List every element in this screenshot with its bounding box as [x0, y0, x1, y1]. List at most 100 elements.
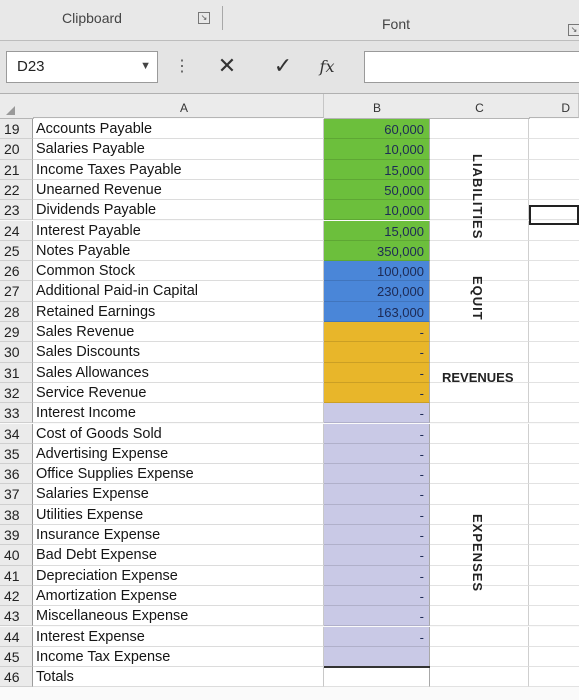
cell-amount[interactable]: 60,000 — [324, 119, 430, 140]
cell-amount[interactable]: - — [324, 606, 430, 627]
column-header-c[interactable]: C — [430, 94, 530, 119]
row-number[interactable]: 42 — [0, 585, 33, 607]
row-number[interactable]: 22 — [0, 179, 33, 201]
cell-d[interactable] — [529, 626, 579, 647]
column-header-a[interactable]: A — [33, 94, 324, 118]
row-number[interactable]: 41 — [0, 565, 33, 586]
cell-account-name[interactable]: Miscellaneous Expense — [33, 606, 324, 627]
cell-account-name[interactable]: Sales Allowances — [33, 362, 324, 383]
cell-c[interactable] — [430, 119, 529, 140]
chevron-down-icon[interactable]: ▼ — [140, 60, 151, 72]
cell-d[interactable] — [529, 301, 579, 322]
cell-account-name[interactable]: Insurance Expense — [33, 525, 324, 546]
formula-input[interactable] — [364, 51, 579, 83]
cell-account-name[interactable]: Additional Paid-in Capital — [33, 281, 324, 302]
row-number[interactable]: 34 — [0, 423, 33, 444]
cell-amount[interactable]: - — [324, 322, 430, 343]
cell-account-name[interactable]: Amortization Expense — [33, 585, 324, 607]
select-all-corner[interactable] — [0, 94, 34, 119]
row-number[interactable]: 36 — [0, 464, 33, 485]
cell-amount[interactable]: - — [324, 362, 430, 383]
cell-amount[interactable]: - — [324, 545, 430, 566]
cell-account-name[interactable]: Totals — [33, 667, 324, 688]
cell-d[interactable] — [529, 667, 579, 688]
cell-account-name[interactable]: Interest Expense — [33, 626, 324, 647]
cell-account-name[interactable]: Notes Payable — [33, 240, 324, 262]
row-number[interactable]: 19 — [0, 119, 33, 140]
cell-amount[interactable]: - — [324, 626, 430, 647]
cell-account-name[interactable]: Retained Earnings — [33, 301, 324, 322]
row-number[interactable]: 44 — [0, 626, 33, 647]
cell-d[interactable] — [529, 139, 579, 160]
cell-amount[interactable]: 15,000 — [324, 159, 430, 180]
cell-c[interactable] — [430, 240, 529, 262]
cell-amount[interactable]: 10,000 — [324, 200, 430, 221]
row-number[interactable]: 43 — [0, 606, 33, 627]
cell-d[interactable] — [529, 423, 579, 444]
cell-amount[interactable]: - — [324, 464, 430, 485]
cell-amount[interactable]: - — [324, 403, 430, 424]
cell-account-name[interactable]: Office Supplies Expense — [33, 464, 324, 485]
check-icon[interactable]: ✓ — [268, 51, 298, 81]
cell-d[interactable] — [529, 585, 579, 607]
cell-amount[interactable]: - — [324, 382, 430, 404]
cell-account-name[interactable]: Accounts Payable — [33, 119, 324, 140]
cell-amount[interactable]: - — [324, 443, 430, 465]
font-dialog-launcher-icon[interactable]: ↘ — [568, 24, 579, 36]
cell-amount[interactable] — [324, 646, 430, 668]
cell-account-name[interactable]: Depreciation Expense — [33, 565, 324, 586]
cell-amount[interactable]: 230,000 — [324, 281, 430, 302]
cell-account-name[interactable]: Sales Revenue — [33, 322, 324, 343]
cell-c[interactable] — [430, 423, 529, 444]
row-number[interactable]: 23 — [0, 200, 33, 221]
row-number[interactable]: 20 — [0, 139, 33, 160]
cell-c[interactable] — [430, 606, 529, 627]
row-number[interactable]: 26 — [0, 261, 33, 282]
cell-c[interactable] — [430, 667, 529, 688]
cell-d[interactable] — [529, 322, 579, 343]
cell-account-name[interactable]: Bad Debt Expense — [33, 545, 324, 566]
cell-account-name[interactable]: Common Stock — [33, 261, 324, 282]
row-number[interactable]: 40 — [0, 545, 33, 566]
cell-d[interactable] — [529, 525, 579, 546]
cell-c[interactable] — [430, 342, 529, 363]
row-number[interactable]: 29 — [0, 322, 33, 343]
row-number[interactable]: 28 — [0, 301, 33, 322]
cell-d[interactable] — [529, 565, 579, 586]
cell-c[interactable] — [430, 403, 529, 424]
row-number[interactable]: 33 — [0, 403, 33, 424]
active-cell-d23[interactable] — [529, 205, 579, 225]
cell-account-name[interactable]: Sales Discounts — [33, 342, 324, 363]
row-number[interactable]: 31 — [0, 362, 33, 383]
cell-c[interactable] — [430, 464, 529, 485]
clipboard-dialog-launcher-icon[interactable]: ↘ — [198, 12, 210, 24]
cell-amount[interactable]: - — [324, 504, 430, 525]
cell-d[interactable] — [529, 504, 579, 525]
cell-d[interactable] — [529, 240, 579, 262]
cell-d[interactable] — [529, 382, 579, 404]
cell-account-name[interactable]: Advertising Expense — [33, 443, 324, 465]
cell-d[interactable] — [529, 403, 579, 424]
cell-account-name[interactable]: Income Tax Expense — [33, 646, 324, 668]
cell-d[interactable] — [529, 443, 579, 465]
cell-d[interactable] — [529, 159, 579, 180]
cell-amount[interactable]: - — [324, 585, 430, 607]
cell-account-name[interactable]: Salaries Payable — [33, 139, 324, 160]
row-number[interactable]: 27 — [0, 281, 33, 302]
cell-d[interactable] — [529, 606, 579, 627]
cell-account-name[interactable]: Unearned Revenue — [33, 179, 324, 201]
fx-icon[interactable]: fx — [312, 51, 342, 81]
row-number[interactable]: 46 — [0, 667, 33, 688]
cell-amount[interactable]: 50,000 — [324, 179, 430, 201]
cell-d[interactable] — [529, 362, 579, 383]
cell-c[interactable] — [430, 484, 529, 505]
cell-account-name[interactable]: Salaries Expense — [33, 484, 324, 505]
cell-d[interactable] — [529, 545, 579, 566]
cell-amount[interactable]: 100,000 — [324, 261, 430, 282]
cell-d[interactable] — [529, 464, 579, 485]
cell-d[interactable] — [529, 261, 579, 282]
cell-account-name[interactable]: Utilities Expense — [33, 504, 324, 525]
cell-c[interactable] — [430, 646, 529, 668]
cell-amount[interactable]: 350,000 — [324, 240, 430, 262]
cell-c[interactable] — [430, 626, 529, 647]
